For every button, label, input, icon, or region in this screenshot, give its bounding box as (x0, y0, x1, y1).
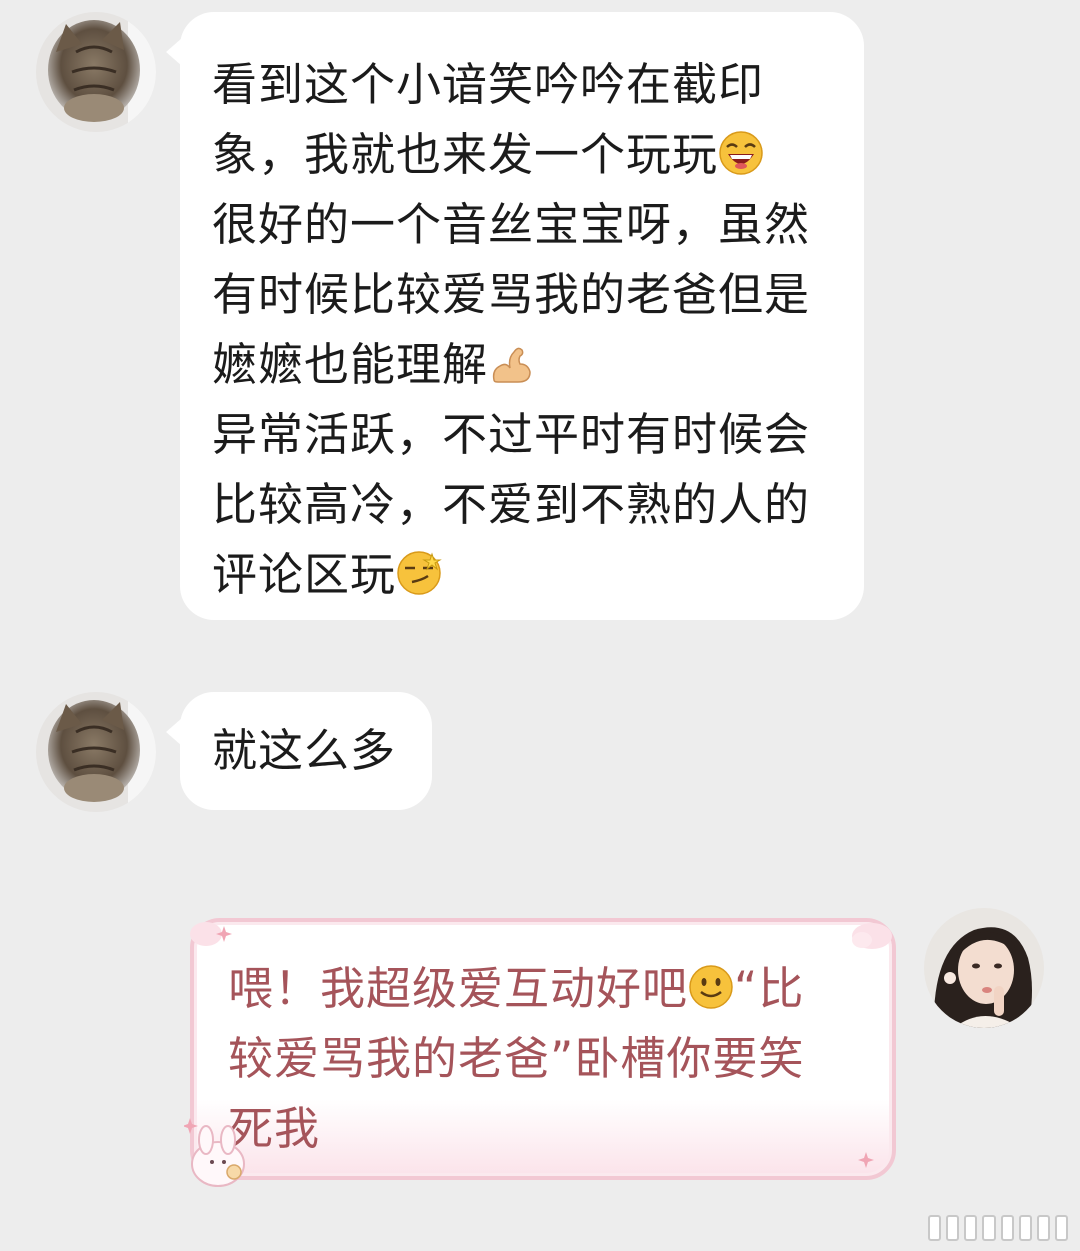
laughing-emoji-icon (718, 130, 764, 176)
sparkle-decoration-icon (190, 922, 232, 946)
message-line: 比较高冷，不爱到不熟的人的 (212, 478, 811, 531)
message-bubble-sent[interactable]: 喂！我超级爱互动好吧 “比 较爱骂我的老爸”卧槽你要笑 死我 (184, 918, 896, 1187)
message-bubble-received[interactable]: 看到这个小谙笑吟吟在截印 象，我就也来发一个玩玩 很好的一个音丝宝宝呀，虽然 有… (166, 12, 864, 620)
smirking-emoji-icon (396, 550, 442, 596)
message-line: 看到这个小谙笑吟吟在截印 (212, 58, 765, 111)
sender-avatar[interactable] (36, 12, 156, 132)
flexed-biceps-emoji-icon (488, 340, 534, 386)
slight-smile-emoji-icon (688, 964, 734, 1010)
message-line: 有时候比较爱骂我的老爸但是 (212, 268, 811, 321)
message-line: 嬷嬷也能理解 (212, 338, 489, 391)
message-line: “比 (734, 962, 805, 1015)
message-line: 喂！我超级爱互动好吧 (228, 962, 689, 1015)
cat-avatar-icon (36, 12, 156, 132)
bunny-decoration-icon (184, 1118, 245, 1187)
message-text: 就这么多 (212, 724, 397, 777)
message-line: 象，我就也来发一个玩玩 (212, 128, 719, 181)
sparkle-decoration-icon (858, 1152, 874, 1168)
message-line: 评论区玩 (212, 548, 397, 601)
watermark-bars (928, 1215, 1068, 1241)
cat-avatar-icon (36, 692, 156, 812)
message-line: 很好的一个音丝宝宝呀，虽然 (212, 198, 811, 251)
cloud-decoration-icon (852, 923, 892, 949)
message-bubble-received[interactable]: 就这么多 (166, 692, 432, 810)
bubble-tail (166, 38, 182, 66)
message-line: 异常活跃，不过平时有时候会 (212, 408, 811, 461)
message-line: 较爱骂我的老爸”卧槽你要笑 (228, 1032, 805, 1085)
self-avatar[interactable] (924, 908, 1044, 1028)
sender-avatar[interactable] (36, 692, 156, 812)
message-line: 死我 (228, 1102, 321, 1155)
girl-avatar-icon (924, 908, 1044, 1028)
bubble-tail (166, 718, 182, 746)
